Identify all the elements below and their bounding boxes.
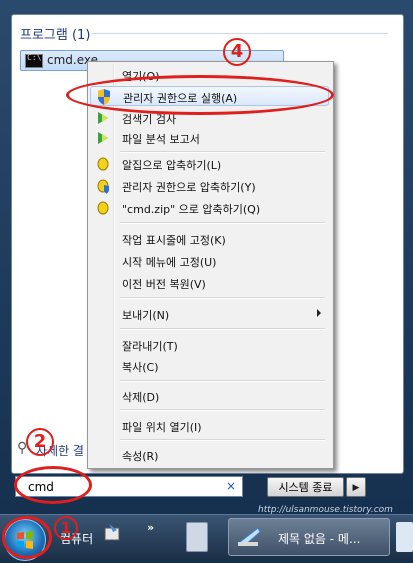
menu-item-label: 작업 표시줄에 고정(K) [122,234,226,247]
annotation-ellipse-search [14,466,92,504]
menu-separator [120,328,325,330]
menu-separator [120,439,325,441]
taskbar-partial-app-icon[interactable] [396,522,413,552]
menu-item-copy[interactable]: 복사(C) [90,356,329,376]
menu-item-alzip-compress[interactable]: 알집으로 압축하기(L) [90,154,329,174]
group-divider [92,33,388,34]
taskbar-notepad-label: 제목 없음 - 메... [278,532,361,546]
menu-item-label: 관리자 권한으로 압축하기(Y) [122,181,256,194]
menu-item-label: 잘라내기(T) [122,340,178,353]
menu-item-label: 알집으로 압축하기(L) [122,159,222,172]
annotation-ellipse-start [2,516,52,559]
menu-separator [120,380,325,382]
menu-separator [120,151,325,153]
programs-group-header: 프로그램 (1) [20,28,91,43]
antivirus-icon [96,110,110,126]
menu-item-restore-previous[interactable]: 이전 버전 복원(V) [90,273,329,293]
menu-item-label: 이전 버전 복원(V) [122,278,206,291]
calculator-icon[interactable] [186,522,208,552]
menu-item-label: 시작 메뉴에 고정(U) [122,256,217,269]
menu-item-alzip-admin[interactable]: 관리자 권한으로 압축하기(Y) [90,176,329,196]
menu-item-label: "cmd.zip" 으로 압축하기(Q) [122,203,261,216]
watermark-text: http://ulsanmouse.tistory.com [258,505,393,515]
notepad-icon [236,524,264,548]
menu-item-file-analysis[interactable]: 파일 분석 보고서 [90,128,329,148]
menu-separator [120,222,325,224]
menu-item-pin-taskbar[interactable]: 작업 표시줄에 고정(K) [90,229,329,249]
alzip-icon [96,200,110,216]
menu-item-label: 복사(C) [122,361,159,374]
taskbar-overflow-chevron-icon[interactable]: » [147,521,154,534]
menu-item-label: 삭제(D) [122,391,160,404]
context-menu: 열기(O) 관리자 권한으로 실행(A) 검색기 검사 파일 분석 보고서 알집… [87,61,334,469]
alzip-shield-icon [96,178,110,194]
menu-item-label: 속성(R) [122,450,159,463]
taskbar-pinned-app-icon[interactable] [103,522,123,544]
menu-item-properties[interactable]: 속성(R) [90,445,329,465]
menu-item-open-file-location[interactable]: 파일 위치 열기(I) [90,416,329,436]
antivirus-icon [96,130,110,146]
menu-item-cut[interactable]: 잘라내기(T) [90,335,329,355]
menu-item-label: 파일 위치 열기(I) [122,421,202,434]
cmd-icon: C:\ [25,53,43,68]
menu-separator [120,409,325,411]
annotation-number-4: 4 [223,38,251,66]
shutdown-options-arrow-icon[interactable]: ▶ [346,477,366,497]
annotation-number-2: 2 [26,428,54,456]
clear-search-icon[interactable]: × [226,479,236,493]
menu-item-send-to[interactable]: 보내기(N) [90,304,329,324]
shutdown-button[interactable]: 시스템 종료 [267,477,344,497]
alzip-icon [96,156,110,172]
annotation-number-1: 1 [54,516,78,540]
menu-item-label: 파일 분석 보고서 [122,133,200,146]
menu-item-label: 보내기(N) [122,309,170,322]
menu-item-delete[interactable]: 삭제(D) [90,386,329,406]
menu-item-pin-start[interactable]: 시작 메뉴에 고정(U) [90,251,329,271]
menu-separator [120,297,325,299]
submenu-arrow-icon [317,309,321,317]
annotation-ellipse-run-as-admin [66,75,334,115]
menu-item-compress-to-zip[interactable]: "cmd.zip" 으로 압축하기(Q) [90,198,329,218]
